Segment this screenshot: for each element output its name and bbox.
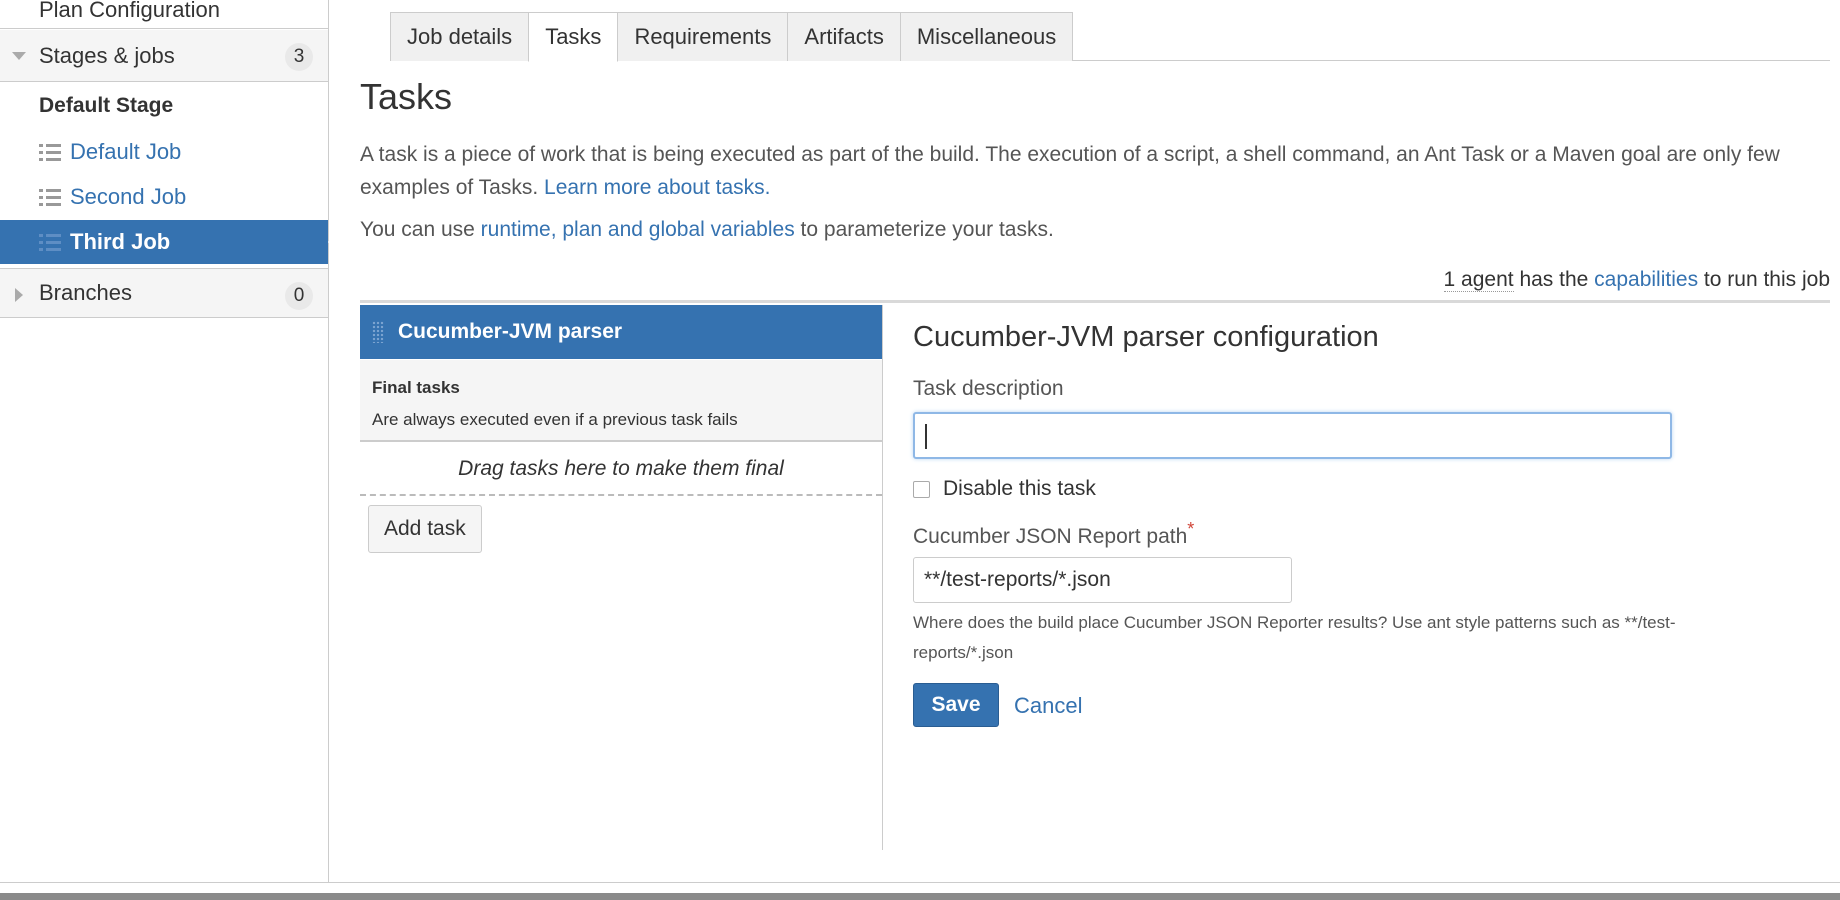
sidebar-item-third-job[interactable]: Third Job xyxy=(0,220,339,264)
job-list-icon xyxy=(39,233,61,251)
tab-artifacts[interactable]: Artifacts xyxy=(787,12,901,61)
job-list-icon xyxy=(39,188,61,206)
sidebar-branches-label: Branches xyxy=(39,280,132,305)
agent-count[interactable]: 1 agent xyxy=(1443,268,1514,292)
final-tasks-description: Are always executed even if a previous t… xyxy=(372,410,738,429)
disable-task-row[interactable]: Disable this task xyxy=(913,477,1096,501)
agent-suffix: to run this job xyxy=(1703,268,1830,291)
report-path-help: Where does the build place Cucumber JSON… xyxy=(913,613,1676,662)
sidebar-item-default-job[interactable]: Default Job xyxy=(0,130,328,174)
tab-job-details[interactable]: Job details xyxy=(390,12,530,61)
disable-task-checkbox[interactable] xyxy=(913,480,930,498)
add-task-button[interactable]: Add task xyxy=(368,505,482,553)
default-stage-label: Default Stage xyxy=(39,94,174,117)
task-list-panel: Cucumber-JVM parser Final tasks Are alwa… xyxy=(360,305,883,850)
sidebar: Plan Configuration Stages & jobs 3 Defau… xyxy=(0,0,339,883)
tab-requirements[interactable]: Requirements xyxy=(617,12,789,61)
save-button[interactable]: Save xyxy=(913,683,999,727)
variables-suffix: to parameterize your tasks. xyxy=(800,218,1054,241)
task-description-input[interactable] xyxy=(913,412,1672,459)
sidebar-stages-and-jobs[interactable]: Stages & jobs 3 xyxy=(0,30,328,82)
report-path-label-text: Cucumber JSON Report path xyxy=(913,525,1188,548)
caret-right-icon[interactable] xyxy=(15,288,23,302)
sidebar-default-stage[interactable]: Default Stage xyxy=(0,86,328,126)
task-item-selected[interactable]: Cucumber-JVM parser xyxy=(360,305,882,359)
report-path-input[interactable]: **/test-reports/*.json xyxy=(913,557,1292,603)
config-title: Cucumber-JVM parser configuration xyxy=(913,321,1379,353)
footer-divider xyxy=(0,882,1840,883)
variables-link[interactable]: runtime, plan and global variables xyxy=(481,218,795,241)
stages-count-badge: 3 xyxy=(285,43,313,71)
caret-down-icon[interactable] xyxy=(12,52,26,60)
text-cursor xyxy=(925,424,927,449)
task-item-label: Cucumber-JVM parser xyxy=(398,320,623,343)
final-tasks-header: Final tasks Are always executed even if … xyxy=(360,360,882,442)
required-marker: * xyxy=(1187,519,1195,539)
window-bottom-bar xyxy=(0,893,1840,900)
final-drop-zone[interactable]: Drag tasks here to make them final xyxy=(360,444,882,496)
task-area-divider xyxy=(360,300,1830,303)
job-list-icon xyxy=(39,143,61,161)
variables-text: You can use runtime, plan and global var… xyxy=(360,218,1054,242)
sidebar-plan-configuration-label: Plan Configuration xyxy=(39,0,221,22)
intro-text: A task is a piece of work that is being … xyxy=(360,138,1830,204)
agent-capabilities-text: 1 agent has the capabilities to run this… xyxy=(1443,268,1830,292)
report-path-label: Cucumber JSON Report path* xyxy=(913,519,1194,549)
tab-miscellaneous[interactable]: Miscellaneous xyxy=(899,12,1074,61)
sidebar-item-second-job[interactable]: Second Job xyxy=(0,175,328,219)
report-path-value: **/test-reports/*.json xyxy=(924,568,1111,591)
tab-bar: Job details Tasks Requirements Artifacts… xyxy=(390,12,1074,62)
task-description-label: Task description xyxy=(913,377,1064,400)
final-tasks-title: Final tasks xyxy=(372,378,460,397)
agent-mid: has the xyxy=(1519,268,1589,291)
sidebar-stages-label: Stages & jobs xyxy=(39,42,175,68)
sidebar-branches[interactable]: Branches 0 xyxy=(0,268,328,318)
selected-pointer-icon xyxy=(328,230,339,254)
cancel-link[interactable]: Cancel xyxy=(1014,693,1082,719)
sidebar-job-label-selected: Third Job xyxy=(70,229,171,254)
main-content: Job details Tasks Requirements Artifacts… xyxy=(360,0,1830,883)
drag-handle-icon[interactable] xyxy=(372,321,384,343)
sidebar-job-link[interactable]: Default Job xyxy=(70,139,181,165)
tab-tasks[interactable]: Tasks xyxy=(528,12,619,62)
page-title: Tasks xyxy=(360,76,453,117)
disable-task-label: Disable this task xyxy=(943,477,1096,500)
sidebar-job-link[interactable]: Second Job xyxy=(70,184,186,210)
sidebar-plan-configuration[interactable]: Plan Configuration xyxy=(0,0,328,29)
learn-more-link[interactable]: Learn more about tasks. xyxy=(544,176,770,199)
branches-count-badge: 0 xyxy=(285,282,313,310)
capabilities-link[interactable]: capabilities xyxy=(1594,268,1698,291)
variables-prefix: You can use xyxy=(360,218,475,241)
